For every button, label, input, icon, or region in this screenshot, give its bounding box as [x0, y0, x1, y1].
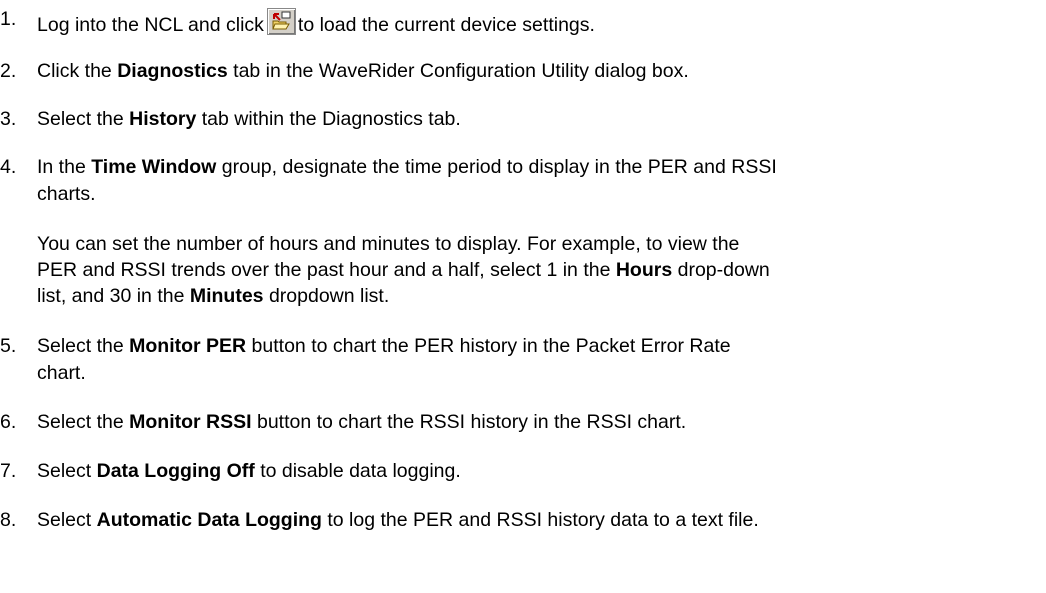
- step-text: Log into the NCL and click to load the cu…: [37, 8, 595, 37]
- instructions-page: { "steps": [ {"n": "1.", "pre": "Log int…: [0, 0, 1046, 593]
- note-text: list, and 30 in the Minutes dropdown lis…: [37, 285, 389, 308]
- ui-term: Diagnostics: [117, 60, 228, 82]
- ui-term: Minutes: [189, 285, 264, 307]
- note-text: You can set the number of hours and minu…: [37, 233, 740, 255]
- text-run: to disable data logging.: [254, 460, 461, 482]
- step-text: Select the History tab within the Diagno…: [37, 108, 461, 131]
- ui-term: Data Logging Off: [96, 460, 255, 482]
- open-folder-icon[interactable]: [266, 8, 296, 35]
- step-text-pre: Log into the NCL and click: [37, 14, 264, 36]
- text-run: Click the: [37, 60, 118, 82]
- step-number: 6.: [0, 411, 17, 433]
- text-run: tab in the WaveRider Configuration Utili…: [227, 60, 689, 82]
- text-run: list, and 30 in the: [37, 285, 190, 307]
- step-number: 2.: [0, 60, 17, 82]
- ui-term: Automatic Data Logging: [96, 509, 322, 531]
- text-run: tab within the Diagnostics tab.: [196, 108, 461, 130]
- text-run: button to chart the PER history in the P…: [246, 335, 731, 357]
- ui-term: Hours: [615, 259, 673, 281]
- ui-term: History: [129, 108, 197, 130]
- step-text: Select Data Logging Off to disable data …: [37, 460, 461, 483]
- text-run: In the: [37, 156, 92, 178]
- ui-term: Monitor PER: [129, 335, 247, 357]
- text-run: Select: [37, 460, 97, 482]
- text-run: drop-down: [672, 259, 770, 281]
- step-text: Click the Diagnostics tab in the WaveRid…: [37, 60, 689, 83]
- text-run: button to chart the RSSI history in the …: [251, 411, 687, 433]
- text-run: PER and RSSI trends over the past hour a…: [37, 259, 616, 281]
- step-text-post: to load the current device settings.: [297, 14, 595, 36]
- step-number: 7.: [0, 460, 17, 482]
- step-number: 1.: [0, 8, 17, 30]
- text-run: Select the: [37, 411, 130, 433]
- step-text: Select Automatic Data Logging to log the…: [37, 509, 759, 532]
- step-text: In the Time Window group, designate the …: [37, 156, 777, 179]
- ui-term: Time Window: [91, 156, 217, 178]
- text-run: Select: [37, 509, 97, 531]
- text-run: Select the: [37, 335, 130, 357]
- step-text: Select the Monitor RSSI button to chart …: [37, 411, 686, 434]
- step-text-continued: chart.: [37, 362, 86, 384]
- step-number: 3.: [0, 108, 17, 130]
- note-text: PER and RSSI trends over the past hour a…: [37, 259, 770, 282]
- text-run: to log the PER and RSSI history data to …: [321, 509, 759, 531]
- step-number: 5.: [0, 335, 17, 357]
- ui-term: Monitor RSSI: [129, 411, 252, 433]
- text-run: dropdown list.: [263, 285, 390, 307]
- text-run: Select the: [37, 108, 130, 130]
- step-text: Select the Monitor PER button to chart t…: [37, 335, 731, 358]
- step-number: 8.: [0, 509, 17, 531]
- text-run: group, designate the time period to disp…: [216, 156, 777, 178]
- step-text-continued: charts.: [37, 183, 96, 205]
- step-number: 4.: [0, 156, 17, 178]
